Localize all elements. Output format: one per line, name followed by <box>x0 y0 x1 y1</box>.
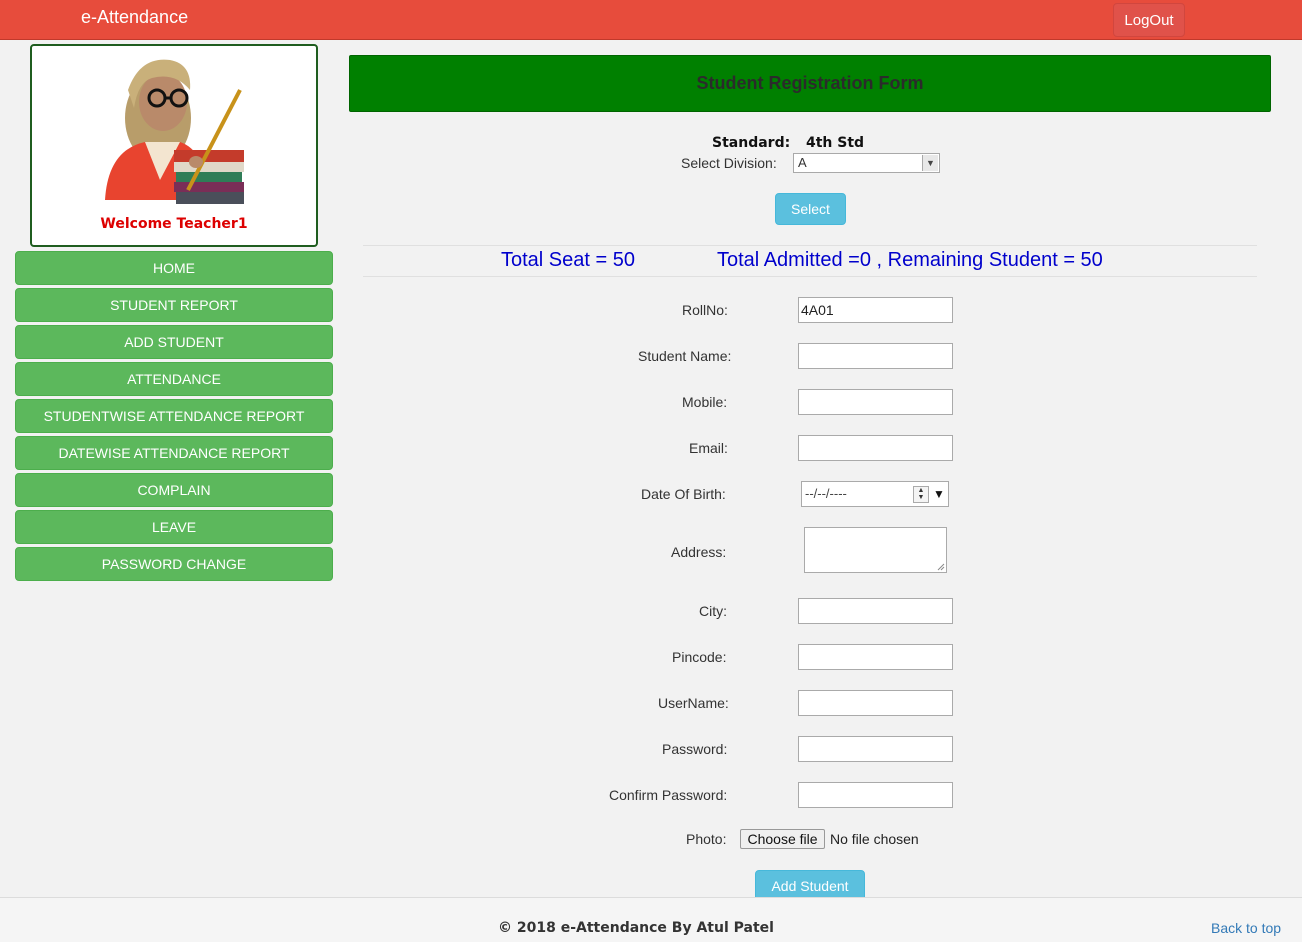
welcome-text: Welcome Teacher1 <box>100 216 248 232</box>
form-title: Student Registration Form <box>349 55 1271 112</box>
resize-grip-icon[interactable] <box>937 563 945 571</box>
username-label: UserName: <box>658 695 729 711</box>
app-brand[interactable]: e-Attendance <box>81 7 188 28</box>
dob-placeholder: --/--/---- <box>805 486 847 501</box>
profile-card: Welcome Teacher1 <box>30 44 318 247</box>
spinner-icon[interactable]: ▲ ▼ <box>913 486 929 503</box>
divider <box>363 276 1257 277</box>
file-status-text: No file chosen <box>830 831 919 847</box>
teacher-icon <box>105 59 244 204</box>
photo-label: Photo: <box>686 831 727 847</box>
confirm-password-label: Confirm Password: <box>609 787 728 803</box>
nav-student-report[interactable]: STUDENT REPORT <box>15 288 333 322</box>
nav-leave[interactable]: LEAVE <box>15 510 333 544</box>
nav-password-change[interactable]: PASSWORD CHANGE <box>15 547 333 581</box>
standard-value: 4th Std <box>806 135 865 151</box>
calendar-dropdown-icon[interactable]: ▼ <box>933 482 945 506</box>
division-label: Select Division: <box>681 155 777 171</box>
password-input[interactable] <box>798 736 953 762</box>
admitted-summary-text: Total Admitted =0 , Remaining Student = … <box>717 249 1103 271</box>
nav-datewise-attendance-report[interactable]: DATEWISE ATTENDANCE REPORT <box>15 436 333 470</box>
division-selected-value: A <box>798 155 807 170</box>
pincode-label: Pincode: <box>672 649 727 665</box>
pincode-input[interactable] <box>798 644 953 670</box>
dob-input[interactable]: --/--/---- ▲ ▼ ▼ <box>801 481 949 507</box>
standard-label: Standard: <box>712 135 791 151</box>
address-label: Address: <box>671 544 727 560</box>
student-name-input[interactable] <box>798 343 953 369</box>
city-input[interactable] <box>798 598 953 624</box>
rollno-label: RollNo: <box>682 302 728 318</box>
password-label: Password: <box>662 741 728 757</box>
mobile-label: Mobile: <box>682 394 728 410</box>
top-navbar: e-Attendance LogOut <box>0 0 1302 40</box>
city-label: City: <box>699 603 727 619</box>
copyright-text: © 2018 e-Attendance By Atul Patel <box>498 920 774 936</box>
back-to-top-link[interactable]: Back to top <box>1211 920 1281 936</box>
logout-button[interactable]: LogOut <box>1113 3 1185 37</box>
total-seat-text: Total Seat = 50 <box>501 249 635 271</box>
nav-home[interactable]: HOME <box>15 251 333 285</box>
rollno-input[interactable]: 4A01 <box>798 297 953 323</box>
confirm-password-input[interactable] <box>798 782 953 808</box>
footer: © 2018 e-Attendance By Atul Patel Back t… <box>0 897 1302 942</box>
nav-studentwise-attendance-report[interactable]: STUDENTWISE ATTENDANCE REPORT <box>15 399 333 433</box>
email-label: Email: <box>689 440 728 456</box>
student-name-label: Student Name: <box>638 348 732 364</box>
address-textarea[interactable] <box>804 527 947 573</box>
nav-attendance[interactable]: ATTENDANCE <box>15 362 333 396</box>
dob-label: Date Of Birth: <box>641 486 726 502</box>
choose-file-button[interactable]: Choose file <box>740 829 825 849</box>
division-select[interactable]: A ▼ <box>793 153 940 173</box>
nav-complain[interactable]: COMPLAIN <box>15 473 333 507</box>
sidebar-nav: HOME STUDENT REPORT ADD STUDENT ATTENDAN… <box>15 251 333 584</box>
chevron-down-icon[interactable]: ▼ <box>922 155 938 171</box>
mobile-input[interactable] <box>798 389 953 415</box>
nav-add-student[interactable]: ADD STUDENT <box>15 325 333 359</box>
divider <box>363 245 1257 246</box>
email-input[interactable] <box>798 435 953 461</box>
select-division-button[interactable]: Select <box>775 193 846 225</box>
username-input[interactable] <box>798 690 953 716</box>
